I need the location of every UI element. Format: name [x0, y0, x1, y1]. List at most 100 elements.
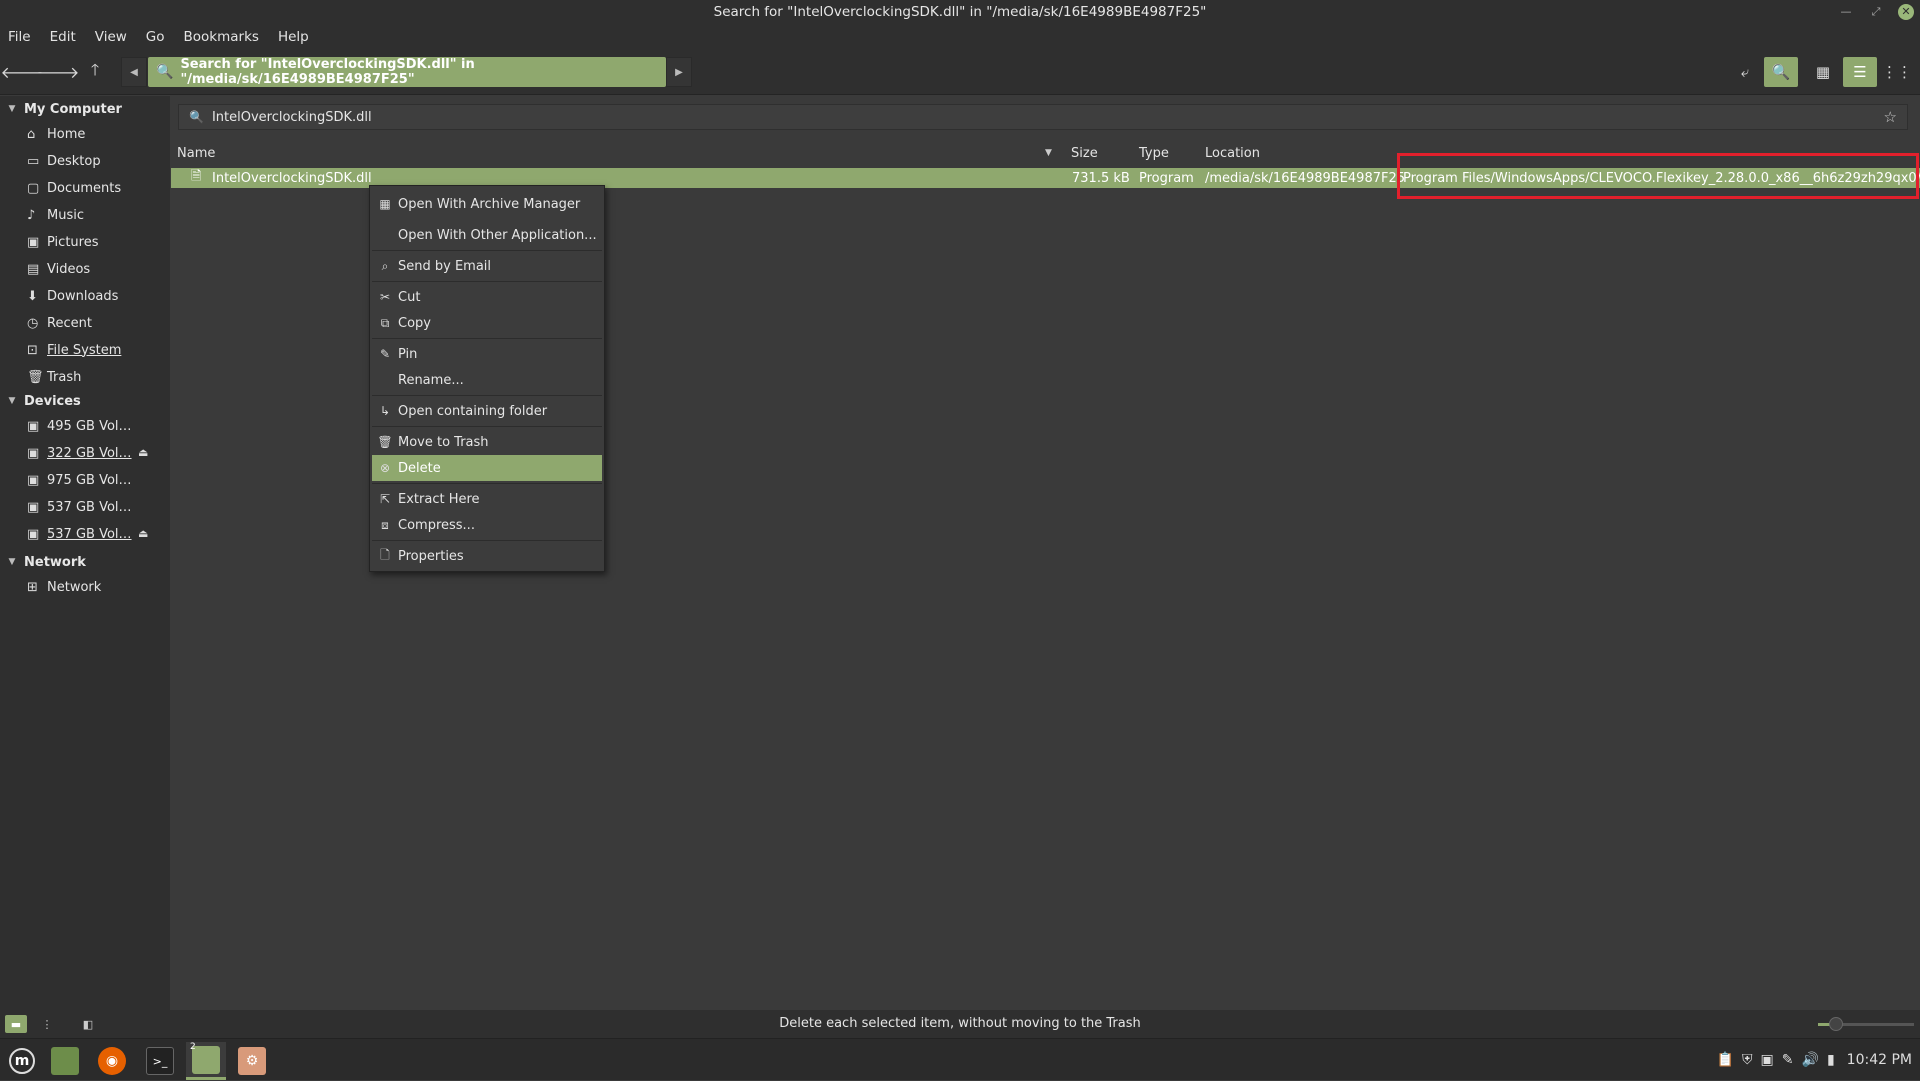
star-icon[interactable]: ☆	[1884, 108, 1897, 126]
drive-icon[interactable]: ▣	[1761, 1052, 1774, 1068]
menu-bookmarks[interactable]: Bookmarks	[184, 29, 259, 45]
location-path-bar[interactable]: 🔍 Search for "IntelOverclockingSDK.dll" …	[148, 57, 666, 87]
sidebar-item-downloads[interactable]: ⬇ Downloads	[27, 285, 118, 307]
sort-down-icon[interactable]: ▼	[1045, 148, 1052, 158]
sidebar-item-videos[interactable]: ▤ Videos	[27, 258, 90, 280]
documents-icon: ▢	[27, 180, 40, 196]
hide-sidebar-icon[interactable]: ◧	[77, 1015, 99, 1033]
menu-item-cut[interactable]: ✂ Cut	[372, 284, 602, 310]
file-location-start: /media/sk/16E4989BE4987F25	[1205, 170, 1406, 186]
column-header-location[interactable]: Location	[1205, 142, 1260, 164]
sidebar-item-documents[interactable]: ▢ Documents	[27, 177, 121, 199]
eject-icon[interactable]: ⏏	[138, 527, 148, 540]
music-icon: ♪	[27, 207, 36, 223]
sidebar-device-1[interactable]: ▣ 495 GB Vol…	[27, 415, 132, 437]
menu-help[interactable]: Help	[278, 29, 309, 45]
menu-item-send-email[interactable]: ⌕ Send by Email	[372, 253, 602, 279]
sidebar-item-network[interactable]: ⊞ Network	[27, 576, 101, 598]
path-left-arrow-icon[interactable]: ◀	[121, 57, 147, 87]
menu-item-rename[interactable]: Rename...	[372, 367, 602, 393]
show-desktop-icon[interactable]	[45, 1042, 85, 1080]
menu-item-compress[interactable]: ⧈ Compress...	[372, 512, 602, 538]
trash-icon: 🗑	[377, 435, 393, 449]
column-header-name[interactable]: Name	[177, 142, 215, 164]
sidebar-item-pictures[interactable]: ▣ Pictures	[27, 231, 98, 253]
icon-view-icon[interactable]: ▦	[1806, 57, 1840, 87]
back-arrow-icon[interactable]: 🡐	[1, 57, 44, 87]
sidebar-device-5[interactable]: ▣ 537 GB Vol…	[27, 523, 132, 545]
search-toggle-icon[interactable]: 🔍	[1764, 57, 1798, 87]
window-title: Search for "IntelOverclockingSDK.dll" in…	[713, 4, 1207, 20]
sidebar-item-trash[interactable]: 🗑 Trash	[27, 366, 81, 388]
drive-icon: ▣	[27, 499, 40, 515]
app-launcher-icon[interactable]: ⚙	[232, 1042, 272, 1080]
sidebar-item-file-system[interactable]: ⊡ File System	[27, 339, 121, 361]
pin-icon: ✎	[379, 347, 391, 361]
sidebar-device-3[interactable]: ▣ 975 GB Vol…	[27, 469, 132, 491]
menu-file[interactable]: File	[8, 29, 31, 45]
menu-item-pin[interactable]: ✎ Pin	[372, 341, 602, 367]
sidebar-device-2[interactable]: ▣ 322 GB Vol…	[27, 442, 132, 464]
volume-icon[interactable]: 🔊	[1802, 1052, 1819, 1068]
file-size: 731.5 kB	[1072, 170, 1130, 186]
search-input[interactable]: 🔍 IntelOverclockingSDK.dll ☆	[178, 104, 1908, 130]
eject-icon[interactable]: ⏏	[138, 446, 148, 459]
sidebar-item-home[interactable]: ⌂ Home	[27, 123, 85, 145]
sidebar-header-devices[interactable]: ▼ Devices	[0, 390, 81, 412]
shield-icon[interactable]: ⛨	[1742, 1052, 1753, 1068]
column-header-type[interactable]: Type	[1139, 142, 1169, 164]
forward-arrow-icon[interactable]: 🡒	[37, 57, 80, 87]
search-icon: 🔍	[189, 110, 204, 124]
menu-item-properties[interactable]: 🗋 Properties	[372, 543, 602, 569]
close-icon[interactable]: ✕	[1898, 4, 1914, 20]
firefox-icon[interactable]: ◉	[92, 1042, 132, 1080]
clock[interactable]: 10:42 PM	[1847, 1052, 1912, 1068]
menu-go[interactable]: Go	[146, 29, 165, 45]
clipboard-icon[interactable]: 📋	[1717, 1052, 1734, 1068]
menu-separator	[372, 281, 602, 282]
menu-view[interactable]: View	[95, 29, 127, 45]
sidebar-header-my-computer[interactable]: ▼ My Computer	[0, 98, 122, 120]
compress-icon: ⧈	[381, 517, 389, 532]
menu-edit[interactable]: Edit	[50, 29, 76, 45]
terminal-icon[interactable]: >_	[140, 1042, 180, 1080]
column-header-size[interactable]: Size	[1071, 142, 1098, 164]
delete-icon: ⊗	[379, 461, 391, 475]
path-right-arrow-icon[interactable]: ▶	[666, 57, 692, 87]
minimize-icon[interactable]: —	[1838, 4, 1854, 20]
menu-item-move-trash[interactable]: 🗑 Move to Trash	[372, 429, 602, 455]
menu-separator	[372, 483, 602, 484]
tree-pane-icon[interactable]: ⋮	[36, 1015, 58, 1033]
pen-icon[interactable]: ✎	[1782, 1052, 1794, 1068]
folder-link-icon: ↳	[379, 404, 391, 418]
maximize-icon[interactable]: ⤢	[1868, 4, 1884, 20]
menu-item-open-archive[interactable]: ▦ Open With Archive Manager	[372, 191, 602, 217]
places-pane-icon[interactable]: ▬	[5, 1015, 27, 1033]
menu-item-open-other[interactable]: Open With Other Application...	[372, 222, 602, 248]
menu-item-open-folder[interactable]: ↳ Open containing folder	[372, 398, 602, 424]
sidebar-header-network[interactable]: ▼ Network	[0, 551, 86, 573]
mint-menu-icon[interactable]: m	[2, 1042, 42, 1080]
sidebar-device-4[interactable]: ▣ 537 GB Vol…	[27, 496, 132, 518]
toggle-location-entry-icon[interactable]: ⤶	[1728, 57, 1762, 87]
list-view-icon[interactable]: ☰	[1843, 57, 1877, 87]
context-menu: ▦ Open With Archive Manager Open With Oth…	[369, 185, 605, 572]
zoom-slider-handle[interactable]	[1829, 1017, 1843, 1031]
menu-separator	[372, 395, 602, 396]
sidebar-item-recent[interactable]: ◷ Recent	[27, 312, 92, 334]
sidebar-item-music[interactable]: ♪ Music	[27, 204, 84, 226]
files-app-icon[interactable]: 2	[186, 1042, 226, 1080]
menu-separator	[372, 540, 602, 541]
menu-item-copy[interactable]: ⧉ Copy	[372, 310, 602, 336]
menu-item-delete[interactable]: ⊗ Delete	[372, 455, 602, 481]
copy-icon: ⧉	[380, 315, 390, 330]
battery-icon[interactable]: ▮	[1827, 1052, 1835, 1068]
sidebar-item-desktop[interactable]: ▭ Desktop	[27, 150, 101, 172]
compact-view-icon[interactable]: ⋮⋮	[1880, 57, 1914, 87]
up-arrow-icon[interactable]: 🡑	[80, 57, 110, 87]
sidebar: ▼ My Computer ⌂ Home ▭ Desktop ▢ Documents …	[0, 96, 170, 1010]
recent-icon: ◷	[27, 315, 39, 331]
expander-down-icon: ▼	[8, 557, 16, 567]
menu-item-extract[interactable]: ⇱ Extract Here	[372, 486, 602, 512]
search-icon: 🔍	[156, 64, 174, 80]
